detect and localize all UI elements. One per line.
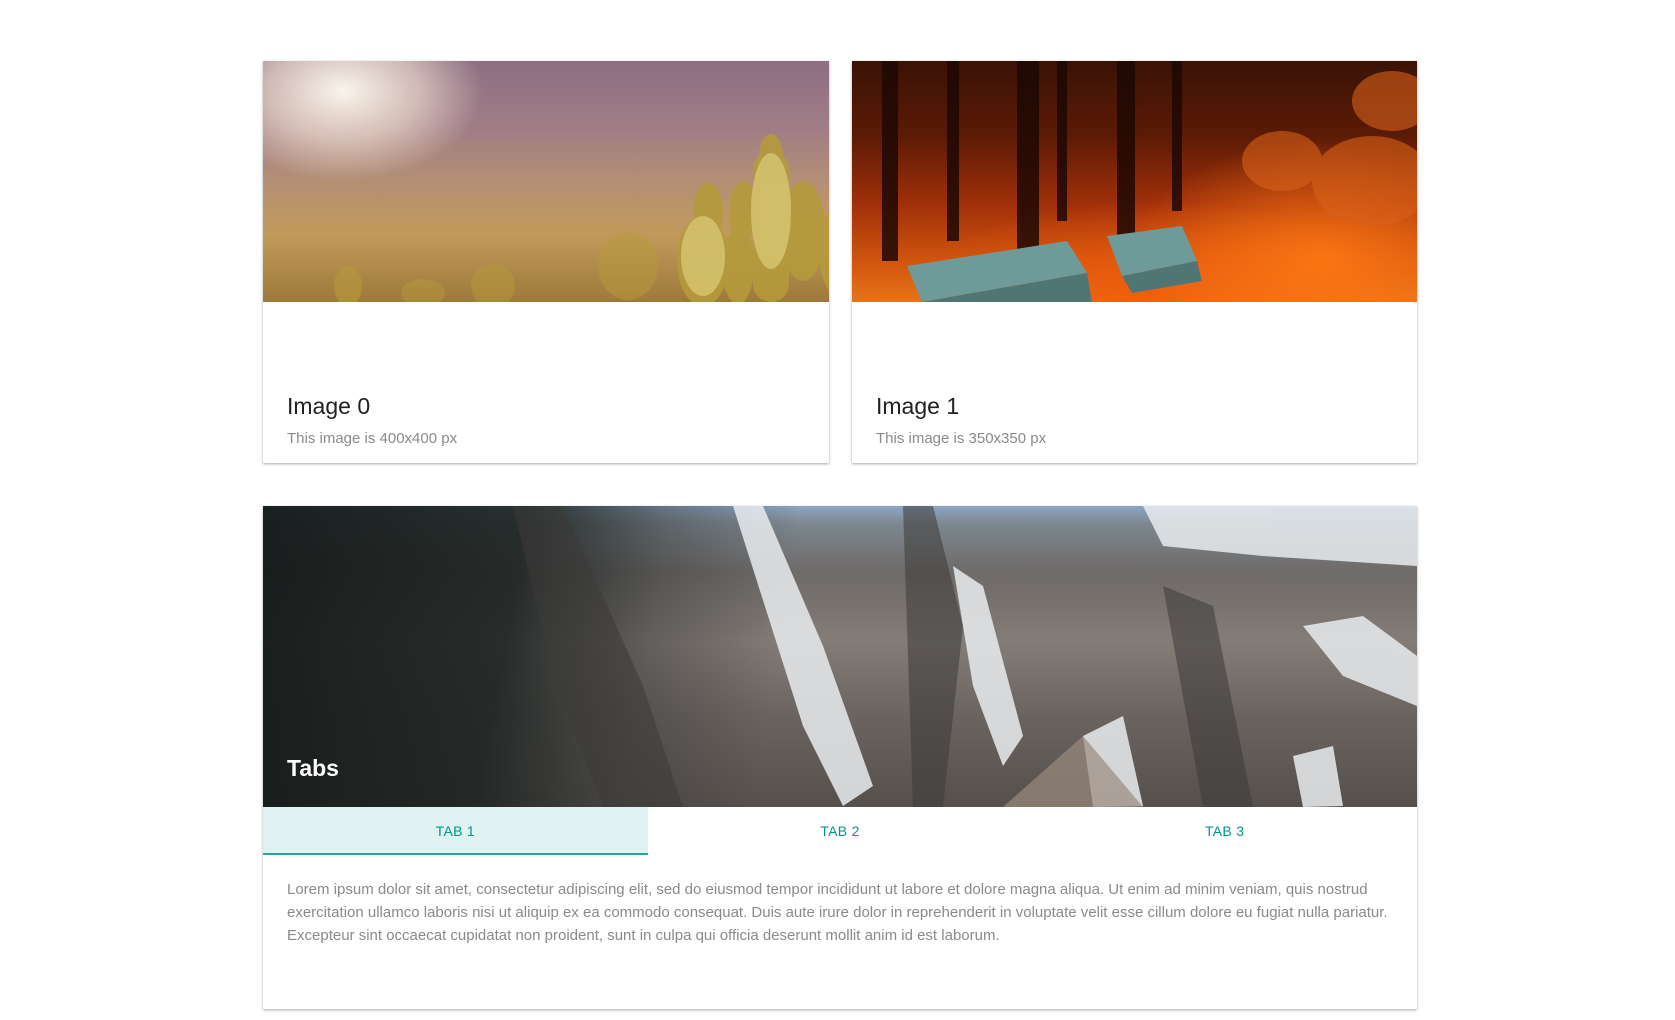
- tabs-card: Tabs TAB 1 TAB 2 TAB 3 Lorem ipsum dolor…: [263, 506, 1417, 1009]
- card-title: Image 0: [287, 393, 371, 419]
- autumn-bench-image: [852, 61, 1417, 302]
- tab-2[interactable]: TAB 2: [648, 807, 1033, 855]
- tab-bar: TAB 1 TAB 2 TAB 3: [263, 807, 1417, 855]
- autumn-bench-illustration: [882, 61, 1417, 302]
- tab-3[interactable]: TAB 3: [1032, 807, 1417, 855]
- card-subtitle: This image is 400x400 px: [287, 430, 458, 447]
- page: Image 0 This image is 400x400 px Image 1…: [0, 0, 1675, 1020]
- tab-1[interactable]: TAB 1: [263, 807, 648, 855]
- cactus-image: [263, 61, 829, 302]
- mountain-image: Tabs: [263, 506, 1417, 807]
- card-title: Image 1: [876, 393, 960, 419]
- cactus-illustration: [334, 134, 829, 302]
- card-subtitle: This image is 350x350 px: [876, 430, 1047, 447]
- tab-panel-text: Lorem ipsum dolor sit amet, consectetur …: [287, 881, 1388, 944]
- tabs-card-title: Tabs: [287, 755, 339, 781]
- image-card-0: Image 0 This image is 400x400 px: [263, 61, 829, 463]
- mountain-illustration: [513, 506, 1417, 807]
- image-card-1: Image 1 This image is 350x350 px: [852, 61, 1417, 463]
